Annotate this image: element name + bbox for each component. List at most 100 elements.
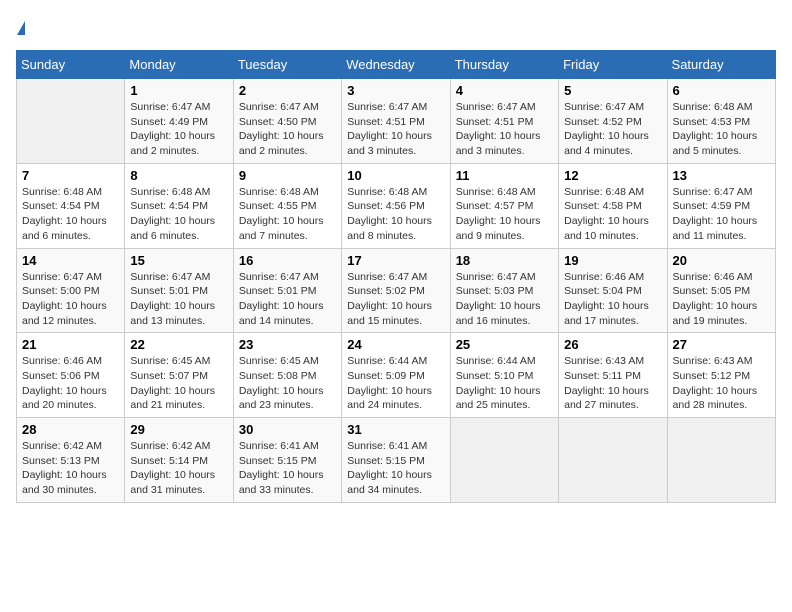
day-info: Sunrise: 6:44 AMSunset: 5:10 PMDaylight:… [456, 354, 553, 413]
logo-general [16, 16, 27, 38]
day-number: 29 [130, 422, 227, 437]
day-info: Sunrise: 6:47 AMSunset: 4:49 PMDaylight:… [130, 100, 227, 159]
day-cell: 1 Sunrise: 6:47 AMSunset: 4:49 PMDaylight… [125, 79, 233, 164]
day-info: Sunrise: 6:48 AMSunset: 4:57 PMDaylight:… [456, 185, 553, 244]
day-cell: 7 Sunrise: 6:48 AMSunset: 4:54 PMDaylight… [17, 163, 125, 248]
day-number: 2 [239, 83, 336, 98]
day-info: Sunrise: 6:45 AMSunset: 5:08 PMDaylight:… [239, 354, 336, 413]
day-cell: 5 Sunrise: 6:47 AMSunset: 4:52 PMDaylight… [559, 79, 667, 164]
day-info: Sunrise: 6:48 AMSunset: 4:55 PMDaylight:… [239, 185, 336, 244]
week-row-2: 7 Sunrise: 6:48 AMSunset: 4:54 PMDaylight… [17, 163, 776, 248]
day-number: 1 [130, 83, 227, 98]
day-cell: 16 Sunrise: 6:47 AMSunset: 5:01 PMDayligh… [233, 248, 341, 333]
day-cell: 12 Sunrise: 6:48 AMSunset: 4:58 PMDayligh… [559, 163, 667, 248]
day-number: 6 [673, 83, 770, 98]
day-info: Sunrise: 6:47 AMSunset: 4:52 PMDaylight:… [564, 100, 661, 159]
day-info: Sunrise: 6:47 AMSunset: 5:03 PMDaylight:… [456, 270, 553, 329]
day-number: 19 [564, 253, 661, 268]
day-info: Sunrise: 6:46 AMSunset: 5:04 PMDaylight:… [564, 270, 661, 329]
day-cell: 27 Sunrise: 6:43 AMSunset: 5:12 PMDayligh… [667, 333, 775, 418]
day-cell: 8 Sunrise: 6:48 AMSunset: 4:54 PMDaylight… [125, 163, 233, 248]
day-number: 21 [22, 337, 119, 352]
logo [16, 16, 27, 38]
day-info: Sunrise: 6:47 AMSunset: 4:59 PMDaylight:… [673, 185, 770, 244]
day-info: Sunrise: 6:42 AMSunset: 5:13 PMDaylight:… [22, 439, 119, 498]
day-info: Sunrise: 6:42 AMSunset: 5:14 PMDaylight:… [130, 439, 227, 498]
day-info: Sunrise: 6:43 AMSunset: 5:11 PMDaylight:… [564, 354, 661, 413]
day-info: Sunrise: 6:41 AMSunset: 5:15 PMDaylight:… [347, 439, 444, 498]
day-number: 23 [239, 337, 336, 352]
day-info: Sunrise: 6:47 AMSunset: 4:51 PMDaylight:… [347, 100, 444, 159]
day-number: 15 [130, 253, 227, 268]
day-cell [17, 79, 125, 164]
week-row-5: 28Sunrise: 6:42 AMSunset: 5:13 PMDayligh… [17, 418, 776, 503]
day-cell: 10 Sunrise: 6:48 AMSunset: 4:56 PMDayligh… [342, 163, 450, 248]
day-info: Sunrise: 6:43 AMSunset: 5:12 PMDaylight:… [673, 354, 770, 413]
day-number: 7 [22, 168, 119, 183]
day-number: 26 [564, 337, 661, 352]
day-info: Sunrise: 6:46 AMSunset: 5:05 PMDaylight:… [673, 270, 770, 329]
week-row-1: 1 Sunrise: 6:47 AMSunset: 4:49 PMDaylight… [17, 79, 776, 164]
day-number: 20 [673, 253, 770, 268]
day-cell: 14Sunrise: 6:47 AMSunset: 5:00 PMDayligh… [17, 248, 125, 333]
day-cell: 18 Sunrise: 6:47 AMSunset: 5:03 PMDayligh… [450, 248, 558, 333]
day-number: 31 [347, 422, 444, 437]
day-number: 4 [456, 83, 553, 98]
day-number: 25 [456, 337, 553, 352]
day-cell: 25 Sunrise: 6:44 AMSunset: 5:10 PMDayligh… [450, 333, 558, 418]
col-header-monday: Monday [125, 51, 233, 79]
day-number: 18 [456, 253, 553, 268]
day-info: Sunrise: 6:48 AMSunset: 4:54 PMDaylight:… [130, 185, 227, 244]
col-header-thursday: Thursday [450, 51, 558, 79]
calendar-table: SundayMondayTuesdayWednesdayThursdayFrid… [16, 50, 776, 503]
day-cell: 11 Sunrise: 6:48 AMSunset: 4:57 PMDayligh… [450, 163, 558, 248]
day-number: 10 [347, 168, 444, 183]
day-number: 22 [130, 337, 227, 352]
day-info: Sunrise: 6:47 AMSunset: 5:00 PMDaylight:… [22, 270, 119, 329]
day-cell [450, 418, 558, 503]
col-header-sunday: Sunday [17, 51, 125, 79]
day-info: Sunrise: 6:48 AMSunset: 4:56 PMDaylight:… [347, 185, 444, 244]
day-number: 11 [456, 168, 553, 183]
day-number: 16 [239, 253, 336, 268]
day-info: Sunrise: 6:46 AMSunset: 5:06 PMDaylight:… [22, 354, 119, 413]
week-row-4: 21 Sunrise: 6:46 AMSunset: 5:06 PMDayligh… [17, 333, 776, 418]
day-cell: 13 Sunrise: 6:47 AMSunset: 4:59 PMDayligh… [667, 163, 775, 248]
day-number: 5 [564, 83, 661, 98]
col-header-wednesday: Wednesday [342, 51, 450, 79]
day-cell: 24 Sunrise: 6:44 AMSunset: 5:09 PMDayligh… [342, 333, 450, 418]
day-info: Sunrise: 6:47 AMSunset: 5:01 PMDaylight:… [239, 270, 336, 329]
day-cell: 4 Sunrise: 6:47 AMSunset: 4:51 PMDaylight… [450, 79, 558, 164]
day-number: 12 [564, 168, 661, 183]
day-info: Sunrise: 6:48 AMSunset: 4:58 PMDaylight:… [564, 185, 661, 244]
day-cell: 23 Sunrise: 6:45 AMSunset: 5:08 PMDayligh… [233, 333, 341, 418]
day-cell: 28Sunrise: 6:42 AMSunset: 5:13 PMDayligh… [17, 418, 125, 503]
day-number: 30 [239, 422, 336, 437]
day-info: Sunrise: 6:41 AMSunset: 5:15 PMDaylight:… [239, 439, 336, 498]
day-cell: 26 Sunrise: 6:43 AMSunset: 5:11 PMDayligh… [559, 333, 667, 418]
day-info: Sunrise: 6:47 AMSunset: 4:51 PMDaylight:… [456, 100, 553, 159]
day-info: Sunrise: 6:44 AMSunset: 5:09 PMDaylight:… [347, 354, 444, 413]
day-number: 27 [673, 337, 770, 352]
day-info: Sunrise: 6:47 AMSunset: 5:01 PMDaylight:… [130, 270, 227, 329]
col-header-saturday: Saturday [667, 51, 775, 79]
day-cell [667, 418, 775, 503]
day-info: Sunrise: 6:45 AMSunset: 5:07 PMDaylight:… [130, 354, 227, 413]
day-cell: 17Sunrise: 6:47 AMSunset: 5:02 PMDayligh… [342, 248, 450, 333]
day-cell: 9Sunrise: 6:48 AMSunset: 4:55 PMDaylight… [233, 163, 341, 248]
day-info: Sunrise: 6:48 AMSunset: 4:54 PMDaylight:… [22, 185, 119, 244]
day-number: 24 [347, 337, 444, 352]
day-cell: 6Sunrise: 6:48 AMSunset: 4:53 PMDaylight… [667, 79, 775, 164]
page-header [16, 16, 776, 38]
day-cell: 30 Sunrise: 6:41 AMSunset: 5:15 PMDayligh… [233, 418, 341, 503]
col-header-friday: Friday [559, 51, 667, 79]
day-number: 8 [130, 168, 227, 183]
day-cell: 19 Sunrise: 6:46 AMSunset: 5:04 PMDayligh… [559, 248, 667, 333]
day-cell: 20 Sunrise: 6:46 AMSunset: 5:05 PMDayligh… [667, 248, 775, 333]
day-info: Sunrise: 6:47 AMSunset: 4:50 PMDaylight:… [239, 100, 336, 159]
day-info: Sunrise: 6:47 AMSunset: 5:02 PMDaylight:… [347, 270, 444, 329]
day-cell: 29 Sunrise: 6:42 AMSunset: 5:14 PMDayligh… [125, 418, 233, 503]
day-number: 13 [673, 168, 770, 183]
day-cell: 15 Sunrise: 6:47 AMSunset: 5:01 PMDayligh… [125, 248, 233, 333]
day-cell: 31 Sunrise: 6:41 AMSunset: 5:15 PMDayligh… [342, 418, 450, 503]
